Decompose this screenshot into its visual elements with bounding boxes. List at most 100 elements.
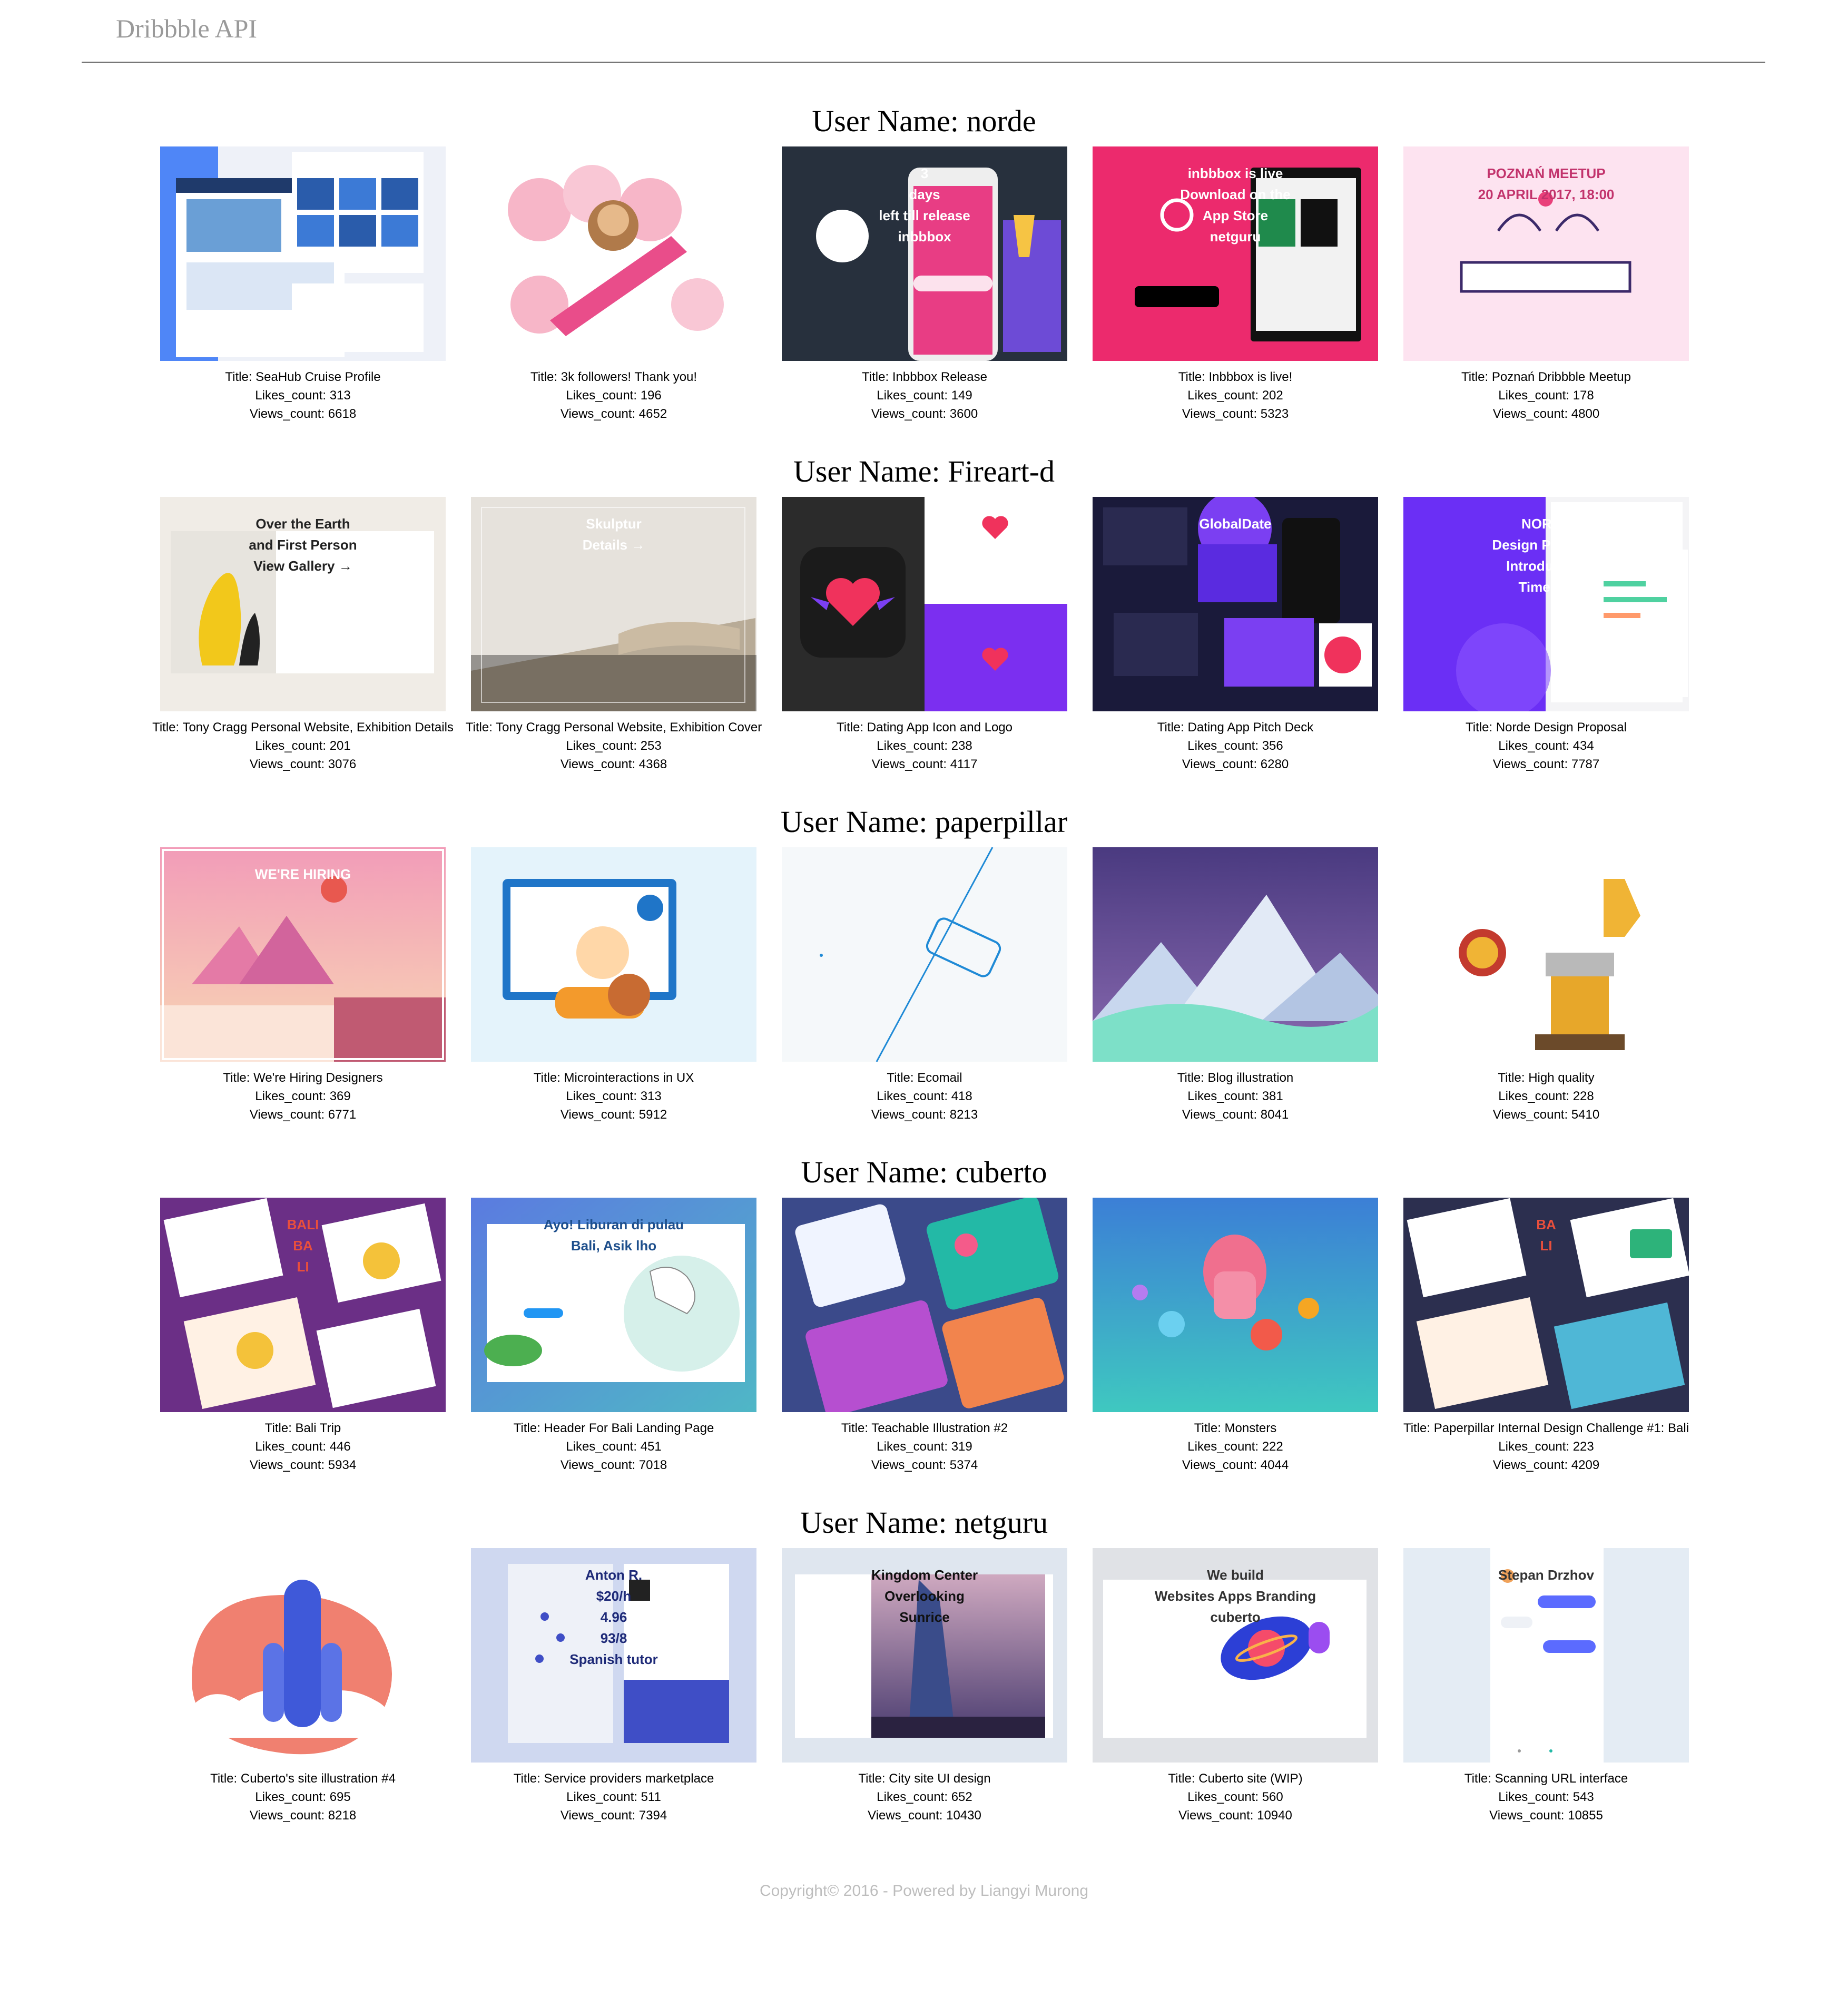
shot-views-count-value: 5323 <box>1260 407 1289 421</box>
shot-thumbnail[interactable] <box>782 847 1067 1062</box>
shot-title-label: Title: <box>1461 370 1492 384</box>
shot-thumbnail[interactable] <box>782 1198 1067 1412</box>
shot-likes-count-value: 451 <box>640 1440 662 1454</box>
user-name-heading: User Name: netguru <box>800 1505 1048 1540</box>
shot-title-value: Norde Design Proposal <box>1496 720 1627 735</box>
shot-info: Title: Paperpillar Internal Design Chall… <box>1388 1419 1704 1474</box>
shot-thumbnail[interactable] <box>1093 847 1378 1062</box>
shot-views-count-label: Views_count: <box>1182 757 1261 771</box>
shot-thumbnail[interactable] <box>160 1548 446 1763</box>
shot-title-value: 3k followers! Thank you! <box>561 370 697 384</box>
shot-thumbnail[interactable] <box>471 847 756 1062</box>
shot-views-count-value: 4117 <box>950 757 978 771</box>
shot-thumbnail[interactable]: We build Websites Apps Branding cuberto <box>1093 1548 1378 1763</box>
shot-thumbnail[interactable]: BA LI <box>1403 1198 1689 1412</box>
shot-info: Title: Bali Trip Likes_count: 446 Views_co… <box>145 1419 461 1474</box>
shot-thumbnail[interactable]: Anton R. $20/h 4.96 93/8 Spanish tutor <box>471 1548 756 1763</box>
shot-title-value: Teachable Illustration #2 <box>871 1421 1008 1435</box>
shot-title: Title: Cuberto site (WIP) <box>1077 1769 1393 1788</box>
shot-likes-count-label: Likes_count: <box>1498 1089 1573 1103</box>
shot-title-value: Header For Bali Landing Page <box>544 1421 714 1435</box>
shot-card: Title: High quality Likes_count: 228 Views… <box>1388 847 1704 1142</box>
shot-thumbnail[interactable]: Stepan Drzhov <box>1403 1548 1689 1763</box>
shot-likes-count-label: Likes_count: <box>566 1089 641 1103</box>
shot-thumbnail[interactable]: inbbbox is live Download on the App Store n… <box>1093 146 1378 361</box>
shot-info: Title: SeaHub Cruise Profile Likes_count:… <box>145 368 461 423</box>
shot-likes-count-label: Likes_count: <box>1187 739 1262 753</box>
shot-thumbnail[interactable] <box>160 146 446 361</box>
shot-likes-count-value: 222 <box>1262 1440 1283 1454</box>
shot-title-label: Title: <box>887 1071 918 1085</box>
shot-card: WE'RE HIRING Title: We're Hiring Designer… <box>145 847 461 1142</box>
shot-title-value: SeaHub Cruise Profile <box>255 370 381 384</box>
shot-info: Title: Cuberto site (WIP) Likes_count: 56… <box>1077 1769 1393 1825</box>
shot-card: Title: Cuberto's site illustration #4 Lik… <box>145 1548 461 1843</box>
user-name-heading: User Name: norde <box>812 104 1036 138</box>
site-brand[interactable]: Dribbble API <box>116 13 257 44</box>
shot-thumbnail[interactable]: POZNAŃ MEETUP 20 APRIL 2017, 18:00 <box>1403 146 1689 361</box>
shot-thumbnail[interactable]: WE'RE HIRING <box>160 847 446 1062</box>
shot-views-count-value: 3600 <box>949 407 978 421</box>
shot-likes-count-value: 560 <box>1262 1790 1283 1804</box>
shot-views-count-value: 5410 <box>1571 1108 1600 1122</box>
shot-thumbnail[interactable]: GlobalDate <box>1093 497 1378 711</box>
shot-title: Title: Blog illustration <box>1077 1069 1393 1087</box>
shot-likes-count-label: Likes_count: <box>1498 739 1573 753</box>
footer-copyright: Copyright© 2016 - Powered by Liangyi Mur… <box>759 1882 1089 1900</box>
shot-thumbnail[interactable]: Skulptur Details → <box>471 497 756 711</box>
shot-thumbnail[interactable]: Kingdom Center Overlooking Sunrice <box>782 1548 1067 1763</box>
shot-image-text: POZNAŃ MEETUP <box>1487 165 1605 181</box>
shot-likes-count-label: Likes_count: <box>877 388 951 403</box>
shot-title: Title: Teachable Illustration #2 <box>766 1419 1083 1437</box>
shot-likes-count-value: 543 <box>1572 1790 1594 1804</box>
shot-image-text: BA <box>293 1238 313 1254</box>
shot-image-text: 20 APRIL 2017, 18:00 <box>1478 187 1615 202</box>
shot-views-count-value: 10430 <box>946 1808 981 1823</box>
shot-title: Title: Inbbbox is live! <box>1077 368 1393 386</box>
shot-info: Title: Poznań Dribbble Meetup Likes_count… <box>1388 368 1704 423</box>
shot-likes-count-label: Likes_count: <box>1498 1790 1573 1804</box>
shot-views-count: Views_count: 7018 <box>456 1456 772 1474</box>
shot-views-count-label: Views_count: <box>1178 1808 1257 1823</box>
shot-likes-count: Likes_count: 223 <box>1388 1437 1704 1456</box>
shot-card: BA LI Title: Paperpillar Internal Design C… <box>1388 1198 1704 1493</box>
shot-image-text: Download on the <box>1180 187 1290 202</box>
shot-thumbnail[interactable]: 3 days left till release inbbbox <box>782 146 1067 361</box>
shot-likes-count-label: Likes_count: <box>566 1440 641 1454</box>
shot-title-label: Title: <box>1464 1771 1495 1786</box>
shot-info: Title: Inbbbox Release Likes_count: 149 Vi… <box>766 368 1083 423</box>
shot-views-count-value: 6280 <box>1260 757 1289 771</box>
shot-likes-count: Likes_count: 381 <box>1077 1087 1393 1105</box>
shot-info: Title: Tony Cragg Personal Website, Exhi… <box>456 718 772 774</box>
shot-thumbnail[interactable] <box>1093 1198 1378 1412</box>
shot-views-count-value: 7394 <box>638 1808 667 1823</box>
shot-title: Title: Inbbbox Release <box>766 368 1083 386</box>
shot-views-count-label: Views_count: <box>1492 757 1571 771</box>
shot-views-count-value: 3076 <box>328 757 357 771</box>
shot-views-count-value: 5934 <box>328 1458 357 1472</box>
shot-thumbnail[interactable]: Ayo! Liburan di pulau Bali, Asik lho <box>471 1198 756 1412</box>
shot-likes-count: Likes_count: 369 <box>145 1087 461 1105</box>
shot-likes-count-label: Likes_count: <box>877 739 951 753</box>
shot-title-label: Title: <box>858 1771 889 1786</box>
shot-likes-count-label: Likes_count: <box>1187 1440 1262 1454</box>
shot-views-count-label: Views_count: <box>1492 407 1571 421</box>
shot-likes-count-value: 319 <box>951 1440 972 1454</box>
shot-thumbnail[interactable] <box>1403 847 1689 1062</box>
shot-thumbnail[interactable] <box>782 497 1067 711</box>
shot-thumbnail[interactable]: Over the Earth and First Person View Galle… <box>160 497 446 711</box>
shot-title: Title: We're Hiring Designers <box>145 1069 461 1087</box>
shot-info: Title: We're Hiring Designers Likes_count… <box>145 1069 461 1124</box>
shot-image-text: $20/h <box>596 1588 632 1604</box>
shot-thumbnail[interactable]: BALI BA LI <box>160 1198 446 1412</box>
shot-image-text: Design Proposal <box>1492 537 1600 553</box>
shot-title-label: Title: <box>862 370 892 384</box>
shot-title-value: Cuberto's site illustration #4 <box>240 1771 396 1786</box>
shot-image-text: Sunrice <box>899 1609 949 1625</box>
shot-likes-count-label: Likes_count: <box>255 739 330 753</box>
shot-thumbnail[interactable] <box>471 146 756 361</box>
shot-thumbnail[interactable]: NORDE Design Proposal Introduction Timeline <box>1403 497 1689 711</box>
shot-card: 3 days left till release inbbbox Title: Inbb… <box>766 146 1083 442</box>
shot-views-count: Views_count: 7787 <box>1388 755 1704 774</box>
shot-title-value: Inbbbox is live! <box>1208 370 1293 384</box>
